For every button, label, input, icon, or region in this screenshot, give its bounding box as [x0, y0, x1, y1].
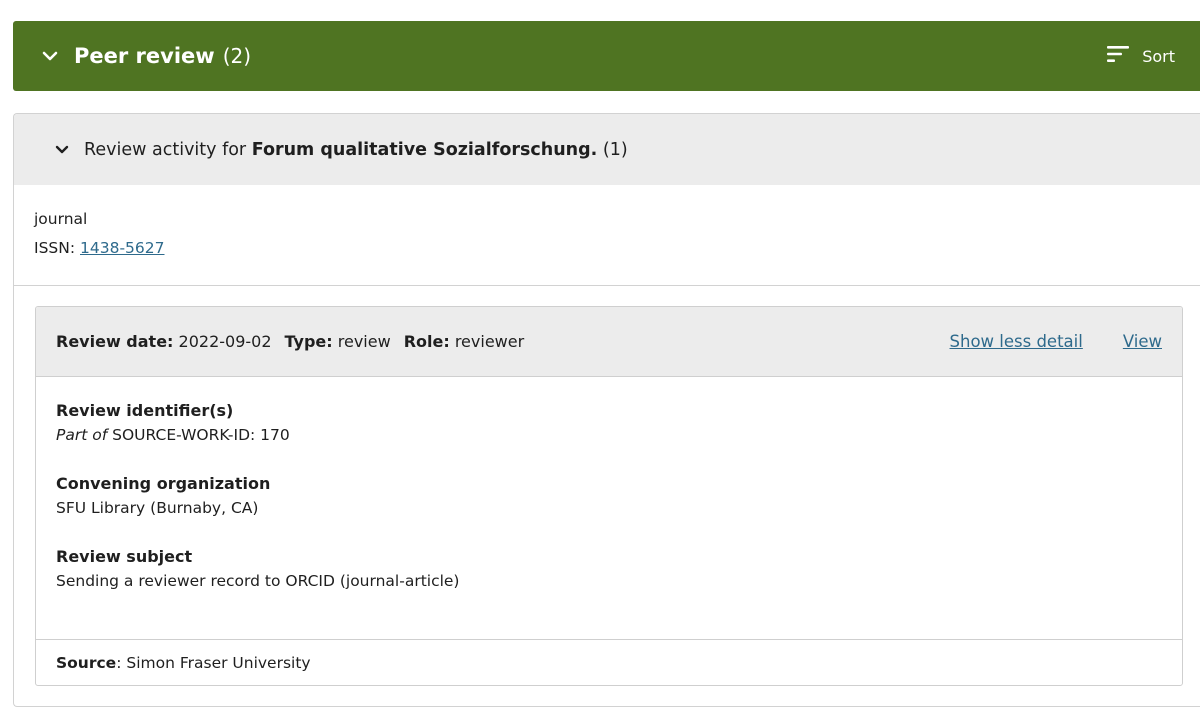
review-source: Source: Simon Fraser University — [36, 639, 1182, 685]
review-date-value: 2022-09-02 — [178, 332, 272, 351]
review-actions: Show less detail View — [950, 332, 1182, 351]
review-identifier-value: Part of SOURCE-WORK-ID: 170 — [56, 423, 1162, 447]
section-count: (2) — [222, 44, 252, 68]
review-card: Review date: 2022-09-02 Type: review Rol… — [35, 306, 1183, 686]
review-subject-label: Review subject — [56, 547, 193, 566]
convening-org-value: SFU Library (Burnaby, CA) — [56, 499, 259, 517]
peer-review-section-header[interactable]: Peer review (2) Sort — [13, 21, 1200, 91]
group-count: (1) — [602, 139, 628, 160]
source-value: Simon Fraser University — [126, 653, 311, 672]
review-date: Review date: 2022-09-02 — [56, 332, 272, 351]
review-role-label: Role: — [403, 332, 450, 351]
issn-label: ISSN: — [34, 239, 80, 257]
journal-meta: journal ISSN: 1438-5627 — [14, 185, 1200, 286]
identifier-value: SOURCE-WORK-ID: 170 — [112, 426, 290, 444]
review-subject-field: Review subject Sending a reviewer record… — [56, 545, 1162, 593]
review-card-header: Review date: 2022-09-02 Type: review Rol… — [36, 307, 1182, 377]
review-type-label: Type: — [284, 332, 333, 351]
review-date-label: Review date: — [56, 332, 174, 351]
review-group-header[interactable]: Review activity for Forum qualitative So… — [14, 114, 1200, 185]
review-group: Review activity for Forum qualitative So… — [13, 113, 1200, 707]
source-label: Source — [56, 653, 117, 672]
review-identifier-label: Review identifier(s) — [56, 401, 234, 420]
review-type-value: review — [337, 332, 391, 351]
sort-icon — [1106, 45, 1130, 67]
journal-type: journal — [34, 210, 88, 228]
source-separator: : — [116, 653, 127, 672]
show-less-detail-link[interactable]: Show less detail — [950, 332, 1083, 351]
chevron-down-icon[interactable] — [52, 140, 72, 160]
issn-link[interactable]: 1438-5627 — [80, 239, 165, 257]
convening-org-label: Convening organization — [56, 474, 271, 493]
review-role: Role: reviewer — [404, 332, 524, 351]
review-role-value: reviewer — [454, 332, 525, 351]
sort-label: Sort — [1142, 46, 1175, 66]
issn-line: ISSN: 1438-5627 — [34, 234, 1200, 263]
part-of-label: Part of — [56, 426, 108, 444]
chevron-down-icon[interactable] — [39, 45, 61, 67]
group-title-prefix: Review activity for — [84, 139, 252, 160]
review-group-title: Review activity for Forum qualitative So… — [84, 140, 628, 160]
review-identifier-field: Review identifier(s) Part of SOURCE-WORK… — [56, 399, 1162, 447]
review-type: Type: review — [285, 332, 391, 351]
review-card-body: Review identifier(s) Part of SOURCE-WORK… — [36, 377, 1182, 639]
review-subject-value: Sending a reviewer record to ORCID (jour… — [56, 572, 460, 590]
section-title: Peer review — [74, 44, 215, 68]
sort-button[interactable]: Sort — [1106, 21, 1175, 91]
view-link[interactable]: View — [1123, 332, 1162, 351]
journal-name: Forum qualitative Sozialforschung. — [251, 139, 598, 160]
convening-org-field: Convening organization SFU Library (Burn… — [56, 472, 1162, 520]
